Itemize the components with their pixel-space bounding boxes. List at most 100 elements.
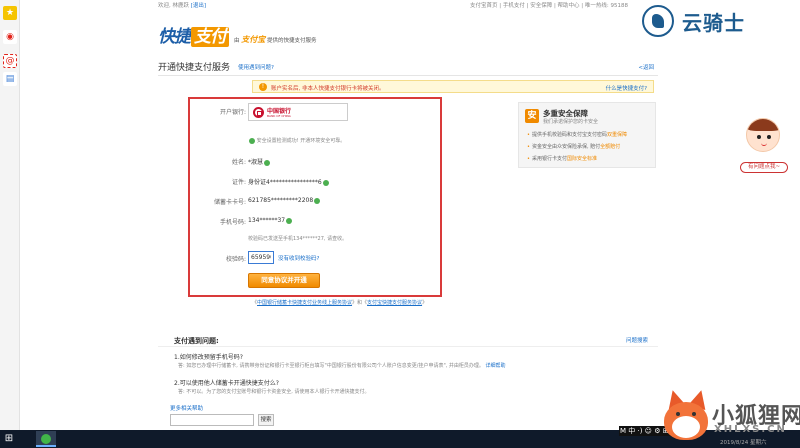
id-text: 身份证4****************6 [248,179,322,186]
faq-section: 支付遇到问题: 问题搜索 1.如何修改预留手机号码? 答: 如您已办理中行储蓄卡… [158,332,658,432]
card-number-label: 储蓄卡卡号: [213,199,246,206]
agreement-bracket: 》 [422,300,428,306]
verify-code-input[interactable] [248,251,274,264]
tray-date: 2019/8/24 星期六 [720,440,767,446]
fox-eye [692,412,696,416]
sms-sent-msg: 校验码已发送至手机134******27, 请查收。 [248,236,348,242]
avatar-eye [767,135,771,139]
favorites-star-icon[interactable]: ★ [3,6,17,20]
faq-divider [158,346,658,347]
bind-card-form: 开户银行: 中国银行 BANK OF CHINA 安全设置检测成功! 开通环境安… [188,97,442,297]
mail-icon[interactable]: @ [3,54,17,68]
avatar-hair [747,119,779,131]
name-text: *淑慧 [248,159,264,166]
warning-icon: ! [259,83,267,91]
security-check-msg: 安全设置检测成功! 开通环境安全可靠。 [248,137,345,144]
security-check-text: 安全设置检测成功! 开通环境安全可靠。 [256,138,346,144]
resend-code-link[interactable]: 没有收到校验码? [278,254,319,262]
verify-code-label: 校验码: [225,256,246,263]
alipay-brand: 支付宝 [241,35,266,44]
logout-link[interactable]: [退出] [191,3,206,9]
faq-header: 支付遇到问题: [174,337,219,345]
security-item-text: 采用银行卡支付 [531,156,567,162]
left-dock: ★ ◉ @ ▤ [0,0,20,430]
avatar-mouth [761,143,767,146]
fox-face [664,402,708,440]
watermark-yunqishi-text: 云骑士 [682,10,745,35]
security-item-text: 资金安全由众安保险承保, 赔付 [531,144,601,150]
name-value: *淑慧 [248,157,271,166]
logo-sub-text: 提供的快捷支付服务 [267,38,317,44]
agree-and-activate-button[interactable]: 同意协议并开通 [248,273,320,288]
help-search-button[interactable]: 搜索 [258,414,274,426]
card-number-value: 621785*********2208 [248,197,321,204]
document-icon[interactable]: ▤ [3,72,17,86]
bank-of-china-logo-icon [253,107,264,118]
security-item-highlight: 全额赔付 [600,144,621,150]
logo-accent-text: 支付 [191,27,229,47]
check-ok-icon [314,197,321,204]
notice-text: 账户实名后, 非本人快捷支付银行卡将被关闭。 [271,86,385,92]
check-ok-icon [249,137,255,144]
security-item-text: 提供手机校验码和支付宝支付密码 [531,132,607,138]
faq-question[interactable]: 2.可以使用他人储蓄卡开通快捷支付么? [174,378,279,387]
security-item-highlight: 国际安全标准 [566,156,597,162]
welcome-text: 欢迎, 林鹿跃 [退出] [158,1,206,9]
security-item: 提供手机校验码和支付宝支付密码双重保障 [527,131,627,138]
welcome-user: 欢迎, 林鹿跃 [158,3,189,9]
name-label: 姓名: [231,159,246,166]
help-search-input[interactable] [170,414,254,426]
faq-detail-link[interactable]: 详细帮助 [486,363,506,369]
what-is-quickpay-link[interactable]: 什么是快捷支付? [606,84,647,92]
back-link[interactable]: <返回 [638,63,654,71]
browser-taskbar-icon[interactable] [36,431,56,447]
faq-answer: 答: 不可以。为了您的支付宝账号和银行卡资金安全, 请使用本人银行卡开通快捷支付… [178,389,370,395]
top-links[interactable]: 支付宝首页 | 手机支付 | 安全保障 | 帮助中心 | 唯一热线: 95188 [470,1,628,9]
ask-question-button[interactable]: 有问题点我~ [740,162,788,173]
id-label: 证件: [231,179,246,186]
bank-agreement-link[interactable]: 中国银行储蓄卡快捷支付业务线上服务协议 [257,300,352,306]
fox-logo-icon [656,386,718,448]
logo-main-text: 快捷 [158,27,191,47]
alipay-agreement-link[interactable]: 支付宝快捷支付服务协议 [367,300,422,306]
faq-answer-text: 答: 如您已办理中行储蓄卡, 请携带身份证和银行卡至银行柜台填写"中国银行股份有… [178,363,484,369]
bank-selector[interactable]: 中国银行 BANK OF CHINA [248,103,348,121]
check-ok-icon [322,179,329,186]
page-title: 开通快捷支付服务 [158,63,231,73]
watermark-xiaohuli-sub: XHLXS.CN [714,424,787,435]
quickpay-logo[interactable]: 快捷 支付 [158,22,229,47]
security-item: 采用银行卡支付国际安全标准 [527,155,597,162]
security-panel: 安 多重安全保障 我们承诺保护您的卡安全 提供手机校验码和支付宝支付密码双重保障… [518,102,656,168]
agreement-bracket: 》和《 [352,300,368,306]
watermark-yunqishi: 云骑士 [636,2,796,40]
security-item: 资金安全由众安保险承保, 赔付全额赔付 [527,143,620,150]
bank-label: 开户银行: [219,109,246,116]
help-link[interactable]: 使用遇到问题? [238,63,274,71]
fox-eye [676,412,680,416]
check-ok-icon [286,217,293,224]
agreement-links: 《中国银行储蓄卡快捷支付业务线上服务协议》和《支付宝快捷支付服务协议》 [252,299,427,306]
knight-logo-icon [642,5,674,37]
check-ok-icon [264,159,271,166]
bank-name-en: BANK OF CHINA [267,114,291,118]
weibo-icon[interactable]: ◉ [3,30,17,44]
logo-by: 由 [234,38,240,44]
card-number-text: 621785*********2208 [248,197,314,204]
avatar-eye [757,135,761,139]
faq-answer: 答: 如您已办理中行储蓄卡, 请携带身份证和银行卡至银行柜台填写"中国银行股份有… [178,362,506,369]
phone-text: 134******37 [248,217,286,224]
faq-question[interactable]: 1.如何修改预留手机号码? [174,352,243,361]
faq-search-link[interactable]: 问题搜索 [626,336,648,344]
assistant-avatar-icon[interactable] [746,118,780,152]
security-item-highlight: 双重保障 [606,132,627,138]
windows-start-icon[interactable]: ⊞ [2,432,16,446]
security-subtitle: 我们承诺保护您的卡安全 [543,119,599,125]
id-value: 身份证4****************6 [248,177,329,186]
page-title-row: 开通快捷支付服务 使用遇到问题? <返回 [158,58,658,76]
logo-subtitle: 由 支付宝 提供的快捷支付服务 [234,34,317,45]
more-help-label[interactable]: 更多相关帮助 [170,404,203,412]
phone-value: 134******37 [248,217,293,224]
phone-label: 手机号码: [219,219,246,226]
shield-icon: 安 [525,109,539,123]
notice-bar: ! 账户实名后, 非本人快捷支付银行卡将被关闭。 什么是快捷支付? [252,80,654,93]
